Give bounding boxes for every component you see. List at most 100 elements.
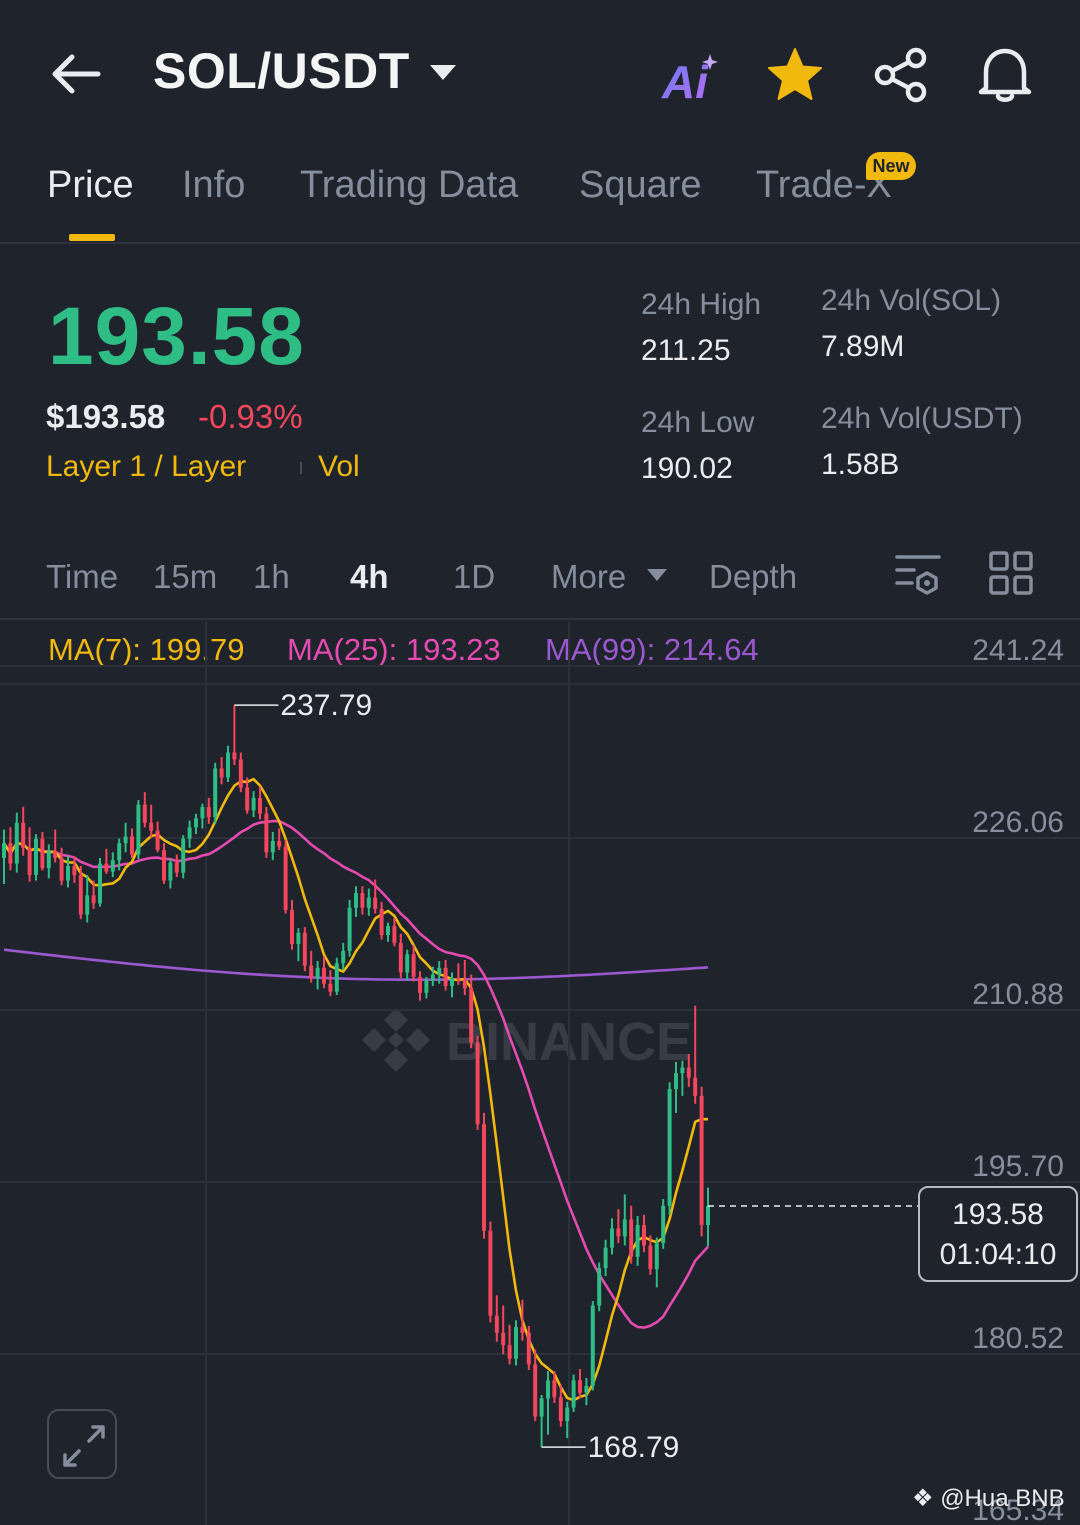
- chart-settings-icon[interactable]: [894, 552, 942, 596]
- candle-body: [354, 893, 358, 908]
- candle-body: [66, 865, 70, 881]
- candle-body: [219, 768, 224, 778]
- caret-down-icon[interactable]: [428, 62, 458, 82]
- high-value: 211.25: [641, 334, 731, 367]
- candle-body: [277, 840, 282, 847]
- pair-title[interactable]: SOL/USDT: [153, 42, 410, 100]
- candle-body: [360, 893, 365, 908]
- candle-body: [302, 932, 307, 966]
- candle-body: [168, 862, 173, 881]
- candle-body: [40, 838, 45, 869]
- candle-body: [258, 797, 262, 814]
- candle-body: [245, 787, 250, 811]
- candle-body: [418, 976, 422, 993]
- candle-body: [315, 967, 320, 979]
- candle-body: [482, 1124, 486, 1231]
- current-price-value: 193.58: [952, 1198, 1044, 1231]
- candle-body: [251, 797, 256, 811]
- candle-body: [238, 759, 243, 788]
- candle-body: [590, 1305, 595, 1386]
- tab-square[interactable]: Square: [579, 164, 702, 207]
- high-price-label: 237.79: [280, 689, 372, 722]
- candle-body: [552, 1380, 557, 1398]
- y-tick-label: 226.06: [972, 806, 1064, 839]
- expand-icon: [63, 1425, 105, 1467]
- low-price-label: 168.79: [588, 1431, 680, 1464]
- candle-body: [443, 967, 448, 986]
- ma99-line: [3, 948, 709, 982]
- vol-sol-value: 7.89M: [821, 330, 905, 363]
- candle-body: [136, 804, 141, 855]
- candle-body: [578, 1380, 582, 1393]
- current-price-marker[interactable]: 193.58 01:04:10: [918, 1186, 1078, 1282]
- y-tick-label: 180.52: [972, 1322, 1064, 1355]
- candle-body: [200, 806, 205, 819]
- candle-body: [610, 1228, 614, 1248]
- candle-body: [622, 1219, 627, 1237]
- tab-price[interactable]: Price: [47, 164, 134, 207]
- candle-body: [309, 965, 314, 979]
- vol-usdt-value: 1.58B: [821, 448, 900, 481]
- candle-body: [123, 836, 128, 844]
- vol-tag[interactable]: Vol: [318, 450, 360, 484]
- candle-body: [14, 822, 19, 864]
- candle-body: [386, 925, 390, 935]
- candle-body: [603, 1247, 608, 1269]
- candle-body: [488, 1230, 493, 1316]
- share-icon[interactable]: [872, 46, 930, 104]
- bell-icon[interactable]: [976, 44, 1034, 104]
- candle-body: [334, 963, 339, 992]
- candle-body: [411, 954, 416, 977]
- candle-body: [142, 804, 147, 823]
- interval-depth[interactable]: Depth: [709, 558, 797, 596]
- category-tag[interactable]: Layer 1 / Layer: [46, 450, 246, 484]
- layout-grid-icon[interactable]: [988, 550, 1034, 596]
- candle-body: [533, 1364, 538, 1417]
- candle-body: [226, 752, 230, 778]
- high-label: 24h High: [641, 288, 762, 321]
- candle-body: [187, 827, 192, 839]
- interval-1h[interactable]: 1h: [253, 558, 290, 596]
- interval-15m[interactable]: 15m: [153, 558, 217, 596]
- tab-info[interactable]: Info: [182, 164, 245, 207]
- back-arrow-icon[interactable]: [48, 48, 104, 100]
- ai-icon[interactable]: Ai: [660, 52, 722, 104]
- caret-down-icon[interactable]: [646, 568, 668, 582]
- candle-body: [539, 1398, 544, 1417]
- candle-body: [405, 954, 410, 973]
- interval-time[interactable]: Time: [46, 558, 118, 596]
- candle-body: [110, 860, 115, 872]
- candle-body: [181, 838, 186, 873]
- candle-body: [98, 863, 102, 904]
- candle-body: [693, 1077, 698, 1096]
- candle-body: [174, 862, 179, 873]
- interval-more[interactable]: More: [551, 558, 626, 596]
- interval-4h[interactable]: 4h: [350, 558, 389, 596]
- candle-body: [674, 1073, 678, 1090]
- candle-body: [149, 822, 154, 831]
- candle-body: [456, 978, 461, 981]
- candle-body: [2, 843, 6, 858]
- candle-body: [290, 910, 294, 945]
- candle-body: [584, 1385, 589, 1393]
- candle-body: [699, 1095, 704, 1226]
- candle-body: [162, 850, 166, 881]
- candle-body: [462, 979, 467, 989]
- candle-body: [373, 897, 378, 909]
- interval-1d[interactable]: 1D: [453, 558, 495, 596]
- fullscreen-button[interactable]: [47, 1409, 117, 1479]
- candle-body: [450, 978, 454, 986]
- tab-trading-data[interactable]: Trading Data: [300, 164, 518, 207]
- candle-body: [264, 813, 269, 853]
- y-tick-label: 241.24: [972, 634, 1064, 667]
- candle-body: [635, 1225, 640, 1257]
- candlestick-chart[interactable]: 241.24226.06210.88195.70180.52165.34237.…: [0, 622, 1080, 1525]
- active-tab-indicator: [69, 234, 115, 241]
- tag-divider: [300, 462, 302, 474]
- candle-body: [366, 897, 371, 908]
- star-icon[interactable]: [766, 46, 824, 104]
- top-bar: SOL/USDT Ai: [0, 0, 1080, 140]
- candle-body: [21, 822, 26, 848]
- candle-body: [654, 1243, 659, 1270]
- author-credit: ❖ @Hua BNB: [912, 1484, 1065, 1513]
